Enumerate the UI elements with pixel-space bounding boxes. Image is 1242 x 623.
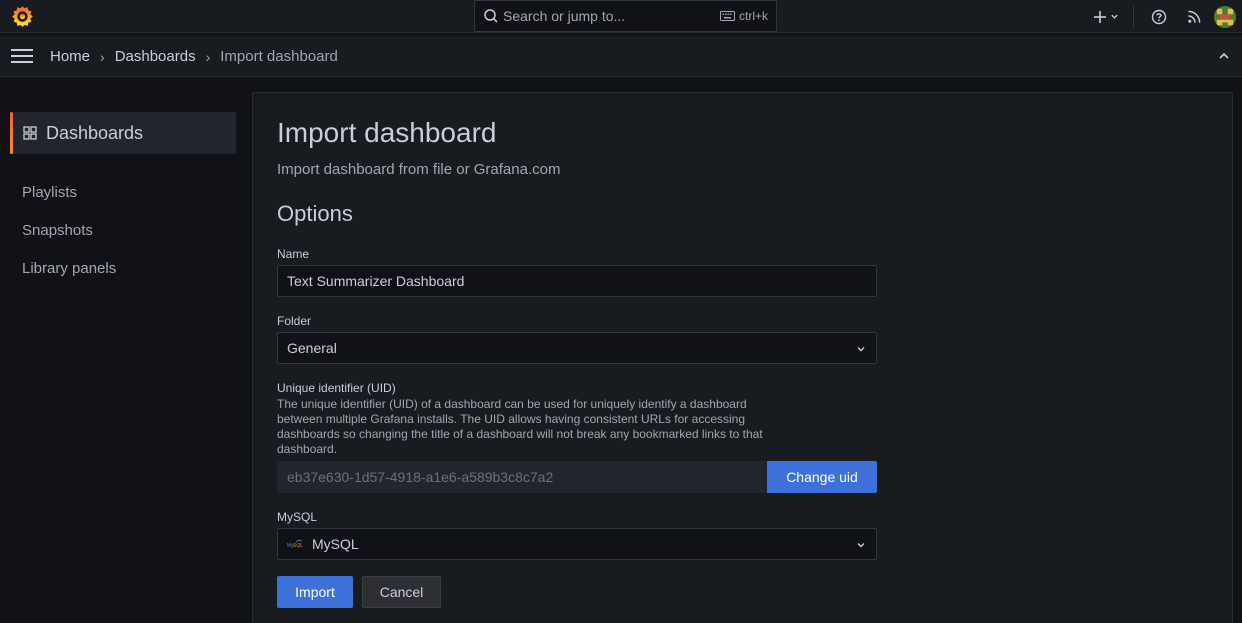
active-indicator bbox=[10, 112, 13, 154]
chevron-down-icon bbox=[857, 543, 865, 548]
news-button[interactable] bbox=[1174, 0, 1214, 33]
folder-label: Folder bbox=[277, 314, 312, 328]
section-title: Options bbox=[277, 201, 353, 226]
sidebar: Dashboards Playlists Snapshots Library p… bbox=[0, 77, 252, 623]
chevron-down-icon bbox=[1111, 14, 1118, 19]
uid-description: The unique identifier (UID) of a dashboa… bbox=[277, 397, 763, 456]
uid-label: Unique identifier (UID) bbox=[277, 381, 396, 395]
rss-icon bbox=[1187, 10, 1200, 23]
help-icon bbox=[1151, 9, 1167, 24]
import-panel: Import dashboard Import dashboard from f… bbox=[252, 92, 1233, 623]
help-button[interactable] bbox=[1144, 0, 1174, 33]
divider bbox=[1133, 5, 1134, 28]
keyboard-shortcut: ctrl+k bbox=[719, 9, 768, 23]
shortcut-label: ctrl+k bbox=[738, 9, 768, 23]
svg-text:SQL: SQL bbox=[293, 543, 303, 549]
name-label: Name bbox=[277, 247, 310, 261]
sidebar-item-playlists[interactable]: Playlists bbox=[22, 184, 77, 201]
search-input[interactable]: Search or jump to... ctrl+k bbox=[474, 0, 777, 32]
datasource-label: MySQL bbox=[277, 510, 318, 524]
sidebar-item-library-panels[interactable]: Library panels bbox=[22, 260, 116, 277]
uid-field-value: eb37e630-1d57-4918-a1e6-a589b3c8c7a2 bbox=[287, 469, 554, 485]
search-icon bbox=[484, 9, 498, 23]
breadcrumb: Home › Dashboards › Import dashboard bbox=[50, 48, 338, 65]
page-title: Import dashboard bbox=[277, 117, 497, 148]
datasource-select-value: MySQL bbox=[312, 536, 359, 552]
uid-field: eb37e630-1d57-4918-a1e6-a589b3c8c7a2 bbox=[277, 461, 767, 493]
breadcrumb-separator: › bbox=[205, 48, 211, 65]
apps-icon bbox=[23, 126, 37, 140]
new-button[interactable] bbox=[1089, 0, 1123, 33]
chevron-up-icon[interactable] bbox=[1218, 50, 1230, 62]
breadcrumb-home[interactable]: Home bbox=[50, 48, 90, 65]
breadcrumb-separator: › bbox=[100, 48, 105, 65]
chevron-down-icon bbox=[857, 347, 865, 352]
top-bar: Search or jump to... ctrl+k bbox=[0, 0, 1242, 33]
sidebar-item-dashboards[interactable]: Dashboards bbox=[10, 112, 236, 154]
search-placeholder: Search or jump to... bbox=[503, 8, 626, 24]
mysql-logo-icon: My SQL bbox=[287, 539, 303, 549]
sidebar-item-label: Dashboards bbox=[46, 123, 144, 143]
cancel-button[interactable]: Cancel bbox=[362, 576, 441, 608]
avatar[interactable] bbox=[1214, 5, 1236, 28]
import-button[interactable]: Import bbox=[277, 576, 353, 608]
user-avatar-icon bbox=[1214, 5, 1236, 28]
menu-icon[interactable] bbox=[11, 48, 33, 64]
sidebar-item-snapshots[interactable]: Snapshots bbox=[22, 222, 93, 239]
folder-select[interactable]: General bbox=[277, 332, 877, 364]
change-uid-button[interactable]: Change uid bbox=[767, 461, 877, 493]
name-field-value: Text Summarizer Dashboard bbox=[287, 273, 465, 289]
breadcrumb-bar: Home › Dashboards › Import dashboard bbox=[0, 36, 1242, 77]
keyboard-icon bbox=[719, 11, 735, 21]
page-subtitle: Import dashboard from file or Grafana.co… bbox=[277, 161, 561, 178]
top-right-actions bbox=[1089, 0, 1242, 33]
folder-select-value: General bbox=[287, 340, 337, 356]
datasource-select[interactable]: My SQL MySQL bbox=[277, 528, 877, 560]
plus-icon bbox=[1094, 10, 1106, 23]
name-field[interactable]: Text Summarizer Dashboard bbox=[277, 265, 877, 297]
breadcrumb-dashboards[interactable]: Dashboards bbox=[115, 48, 196, 65]
breadcrumb-current: Import dashboard bbox=[220, 48, 338, 65]
grafana-logo-icon[interactable] bbox=[10, 4, 35, 29]
